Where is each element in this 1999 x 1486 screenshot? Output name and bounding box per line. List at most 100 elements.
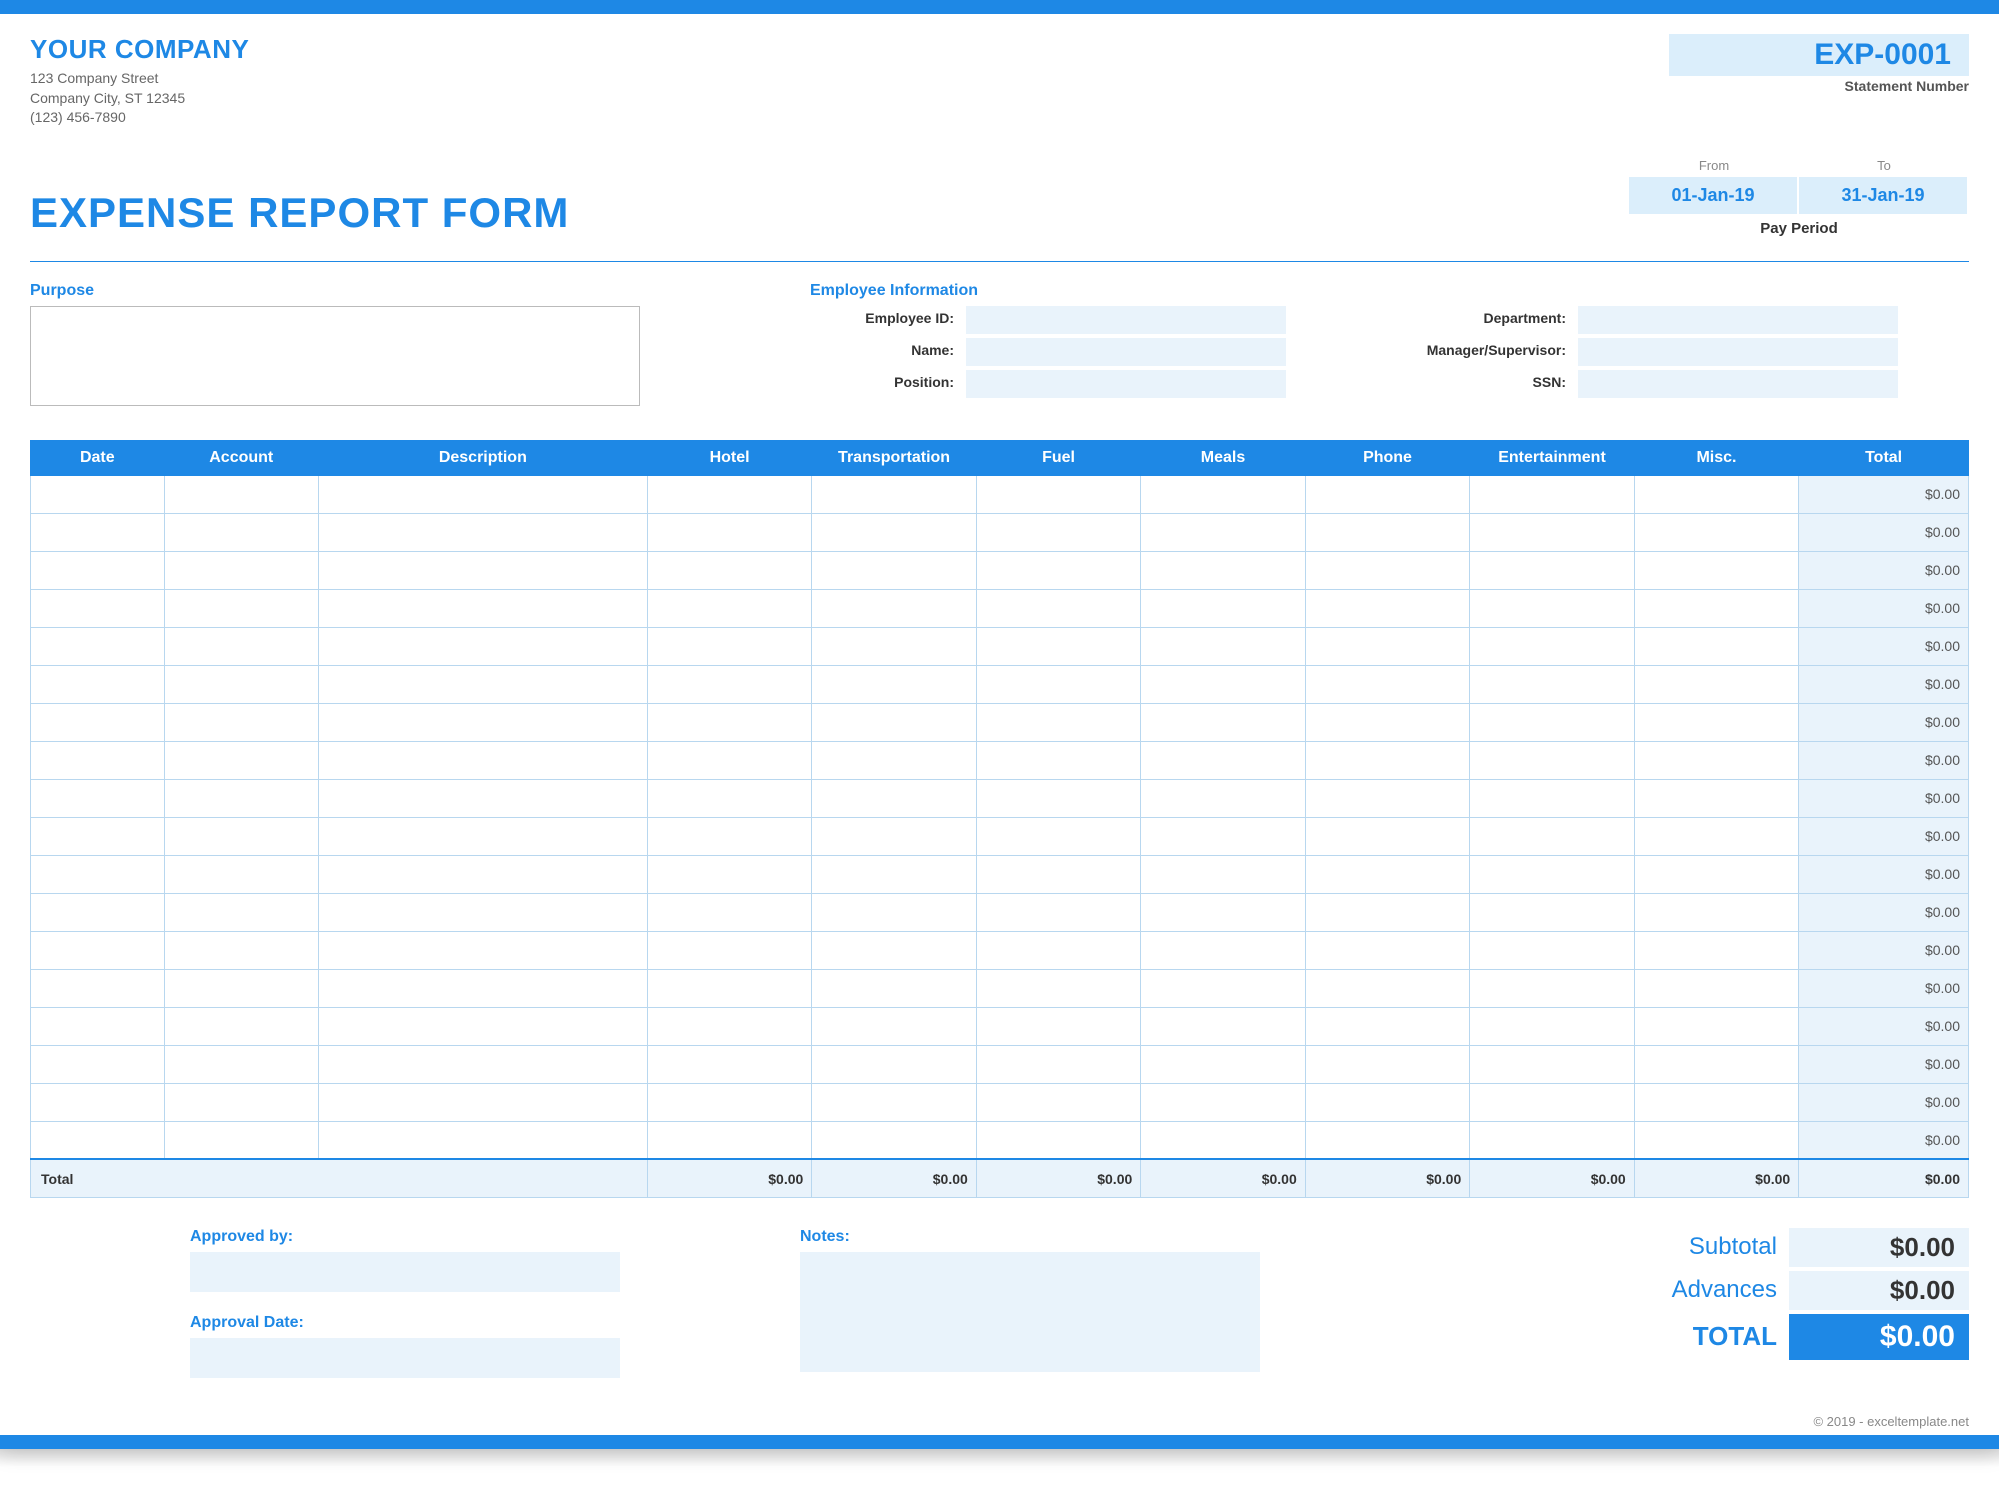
expense-cell[interactable] [647, 589, 811, 627]
expense-cell[interactable] [1141, 551, 1305, 589]
expense-cell[interactable] [31, 703, 165, 741]
period-to-field[interactable]: 31-Jan-19 [1799, 177, 1967, 214]
expense-cell[interactable] [812, 551, 976, 589]
expense-cell[interactable] [1141, 665, 1305, 703]
expense-cell[interactable] [1141, 855, 1305, 893]
expense-cell[interactable] [647, 627, 811, 665]
expense-cell[interactable] [1470, 475, 1634, 513]
expense-cell[interactable] [31, 931, 165, 969]
expense-cell[interactable] [318, 665, 647, 703]
expense-cell[interactable] [647, 1083, 811, 1121]
period-from-field[interactable]: 01-Jan-19 [1629, 177, 1797, 214]
position-field[interactable] [966, 370, 1286, 398]
expense-cell[interactable] [976, 665, 1140, 703]
expense-cell[interactable] [31, 969, 165, 1007]
expense-cell[interactable] [318, 1083, 647, 1121]
expense-cell[interactable] [1634, 513, 1798, 551]
expense-cell[interactable] [812, 1007, 976, 1045]
expense-cell[interactable] [647, 855, 811, 893]
expense-cell[interactable] [164, 475, 318, 513]
expense-cell[interactable] [1470, 627, 1634, 665]
expense-cell[interactable] [647, 1121, 811, 1159]
expense-cell[interactable] [976, 703, 1140, 741]
expense-cell[interactable] [647, 1045, 811, 1083]
expense-cell[interactable] [1634, 703, 1798, 741]
expense-cell[interactable] [647, 703, 811, 741]
expense-cell[interactable] [1470, 589, 1634, 627]
expense-cell[interactable] [1634, 627, 1798, 665]
expense-cell[interactable] [318, 1121, 647, 1159]
expense-cell[interactable] [1470, 1083, 1634, 1121]
expense-cell[interactable] [976, 931, 1140, 969]
expense-cell[interactable] [976, 741, 1140, 779]
expense-cell[interactable] [647, 969, 811, 1007]
expense-cell[interactable] [31, 893, 165, 931]
expense-cell[interactable] [318, 893, 647, 931]
expense-cell[interactable] [976, 551, 1140, 589]
expense-cell[interactable] [647, 931, 811, 969]
expense-cell[interactable] [164, 969, 318, 1007]
ssn-field[interactable] [1578, 370, 1898, 398]
expense-cell[interactable] [164, 1083, 318, 1121]
expense-cell[interactable] [1470, 931, 1634, 969]
expense-cell[interactable] [1305, 627, 1469, 665]
expense-cell[interactable] [1470, 817, 1634, 855]
expense-cell[interactable] [976, 589, 1140, 627]
expense-cell[interactable] [164, 665, 318, 703]
expense-cell[interactable] [318, 817, 647, 855]
expense-cell[interactable] [1305, 855, 1469, 893]
expense-cell[interactable] [976, 779, 1140, 817]
expense-cell[interactable] [164, 931, 318, 969]
expense-cell[interactable] [1470, 1045, 1634, 1083]
expense-cell[interactable] [1634, 1083, 1798, 1121]
expense-cell[interactable] [318, 969, 647, 1007]
expense-cell[interactable] [1470, 703, 1634, 741]
expense-cell[interactable] [1470, 513, 1634, 551]
expense-cell[interactable] [318, 703, 647, 741]
expense-cell[interactable] [31, 589, 165, 627]
expense-cell[interactable] [1305, 1083, 1469, 1121]
expense-cell[interactable] [1470, 779, 1634, 817]
expense-cell[interactable] [31, 513, 165, 551]
expense-cell[interactable] [31, 817, 165, 855]
expense-cell[interactable] [1141, 817, 1305, 855]
expense-cell[interactable] [1634, 589, 1798, 627]
expense-cell[interactable] [976, 1045, 1140, 1083]
expense-cell[interactable] [647, 513, 811, 551]
expense-cell[interactable] [1305, 703, 1469, 741]
expense-cell[interactable] [1141, 589, 1305, 627]
expense-cell[interactable] [1634, 893, 1798, 931]
expense-cell[interactable] [318, 513, 647, 551]
expense-cell[interactable] [31, 665, 165, 703]
expense-cell[interactable] [164, 741, 318, 779]
expense-cell[interactable] [1470, 969, 1634, 1007]
expense-cell[interactable] [1141, 1121, 1305, 1159]
expense-cell[interactable] [318, 475, 647, 513]
expense-cell[interactable] [1305, 589, 1469, 627]
expense-cell[interactable] [812, 817, 976, 855]
expense-cell[interactable] [1305, 1121, 1469, 1159]
expense-cell[interactable] [31, 741, 165, 779]
expense-cell[interactable] [1141, 627, 1305, 665]
expense-cell[interactable] [31, 1121, 165, 1159]
expense-cell[interactable] [976, 513, 1140, 551]
expense-cell[interactable] [31, 855, 165, 893]
expense-cell[interactable] [1305, 551, 1469, 589]
expense-cell[interactable] [1305, 779, 1469, 817]
expense-cell[interactable] [976, 1007, 1140, 1045]
statement-number[interactable]: EXP-0001 [1669, 34, 1969, 76]
expense-cell[interactable] [164, 855, 318, 893]
advances-value[interactable]: $0.00 [1789, 1271, 1969, 1310]
department-field[interactable] [1578, 306, 1898, 334]
expense-cell[interactable] [1141, 893, 1305, 931]
expense-cell[interactable] [812, 589, 976, 627]
expense-cell[interactable] [318, 589, 647, 627]
expense-cell[interactable] [812, 1045, 976, 1083]
expense-cell[interactable] [1634, 551, 1798, 589]
expense-cell[interactable] [1470, 741, 1634, 779]
expense-cell[interactable] [976, 475, 1140, 513]
expense-cell[interactable] [1470, 1007, 1634, 1045]
expense-cell[interactable] [164, 589, 318, 627]
expense-cell[interactable] [812, 475, 976, 513]
expense-cell[interactable] [1634, 1007, 1798, 1045]
